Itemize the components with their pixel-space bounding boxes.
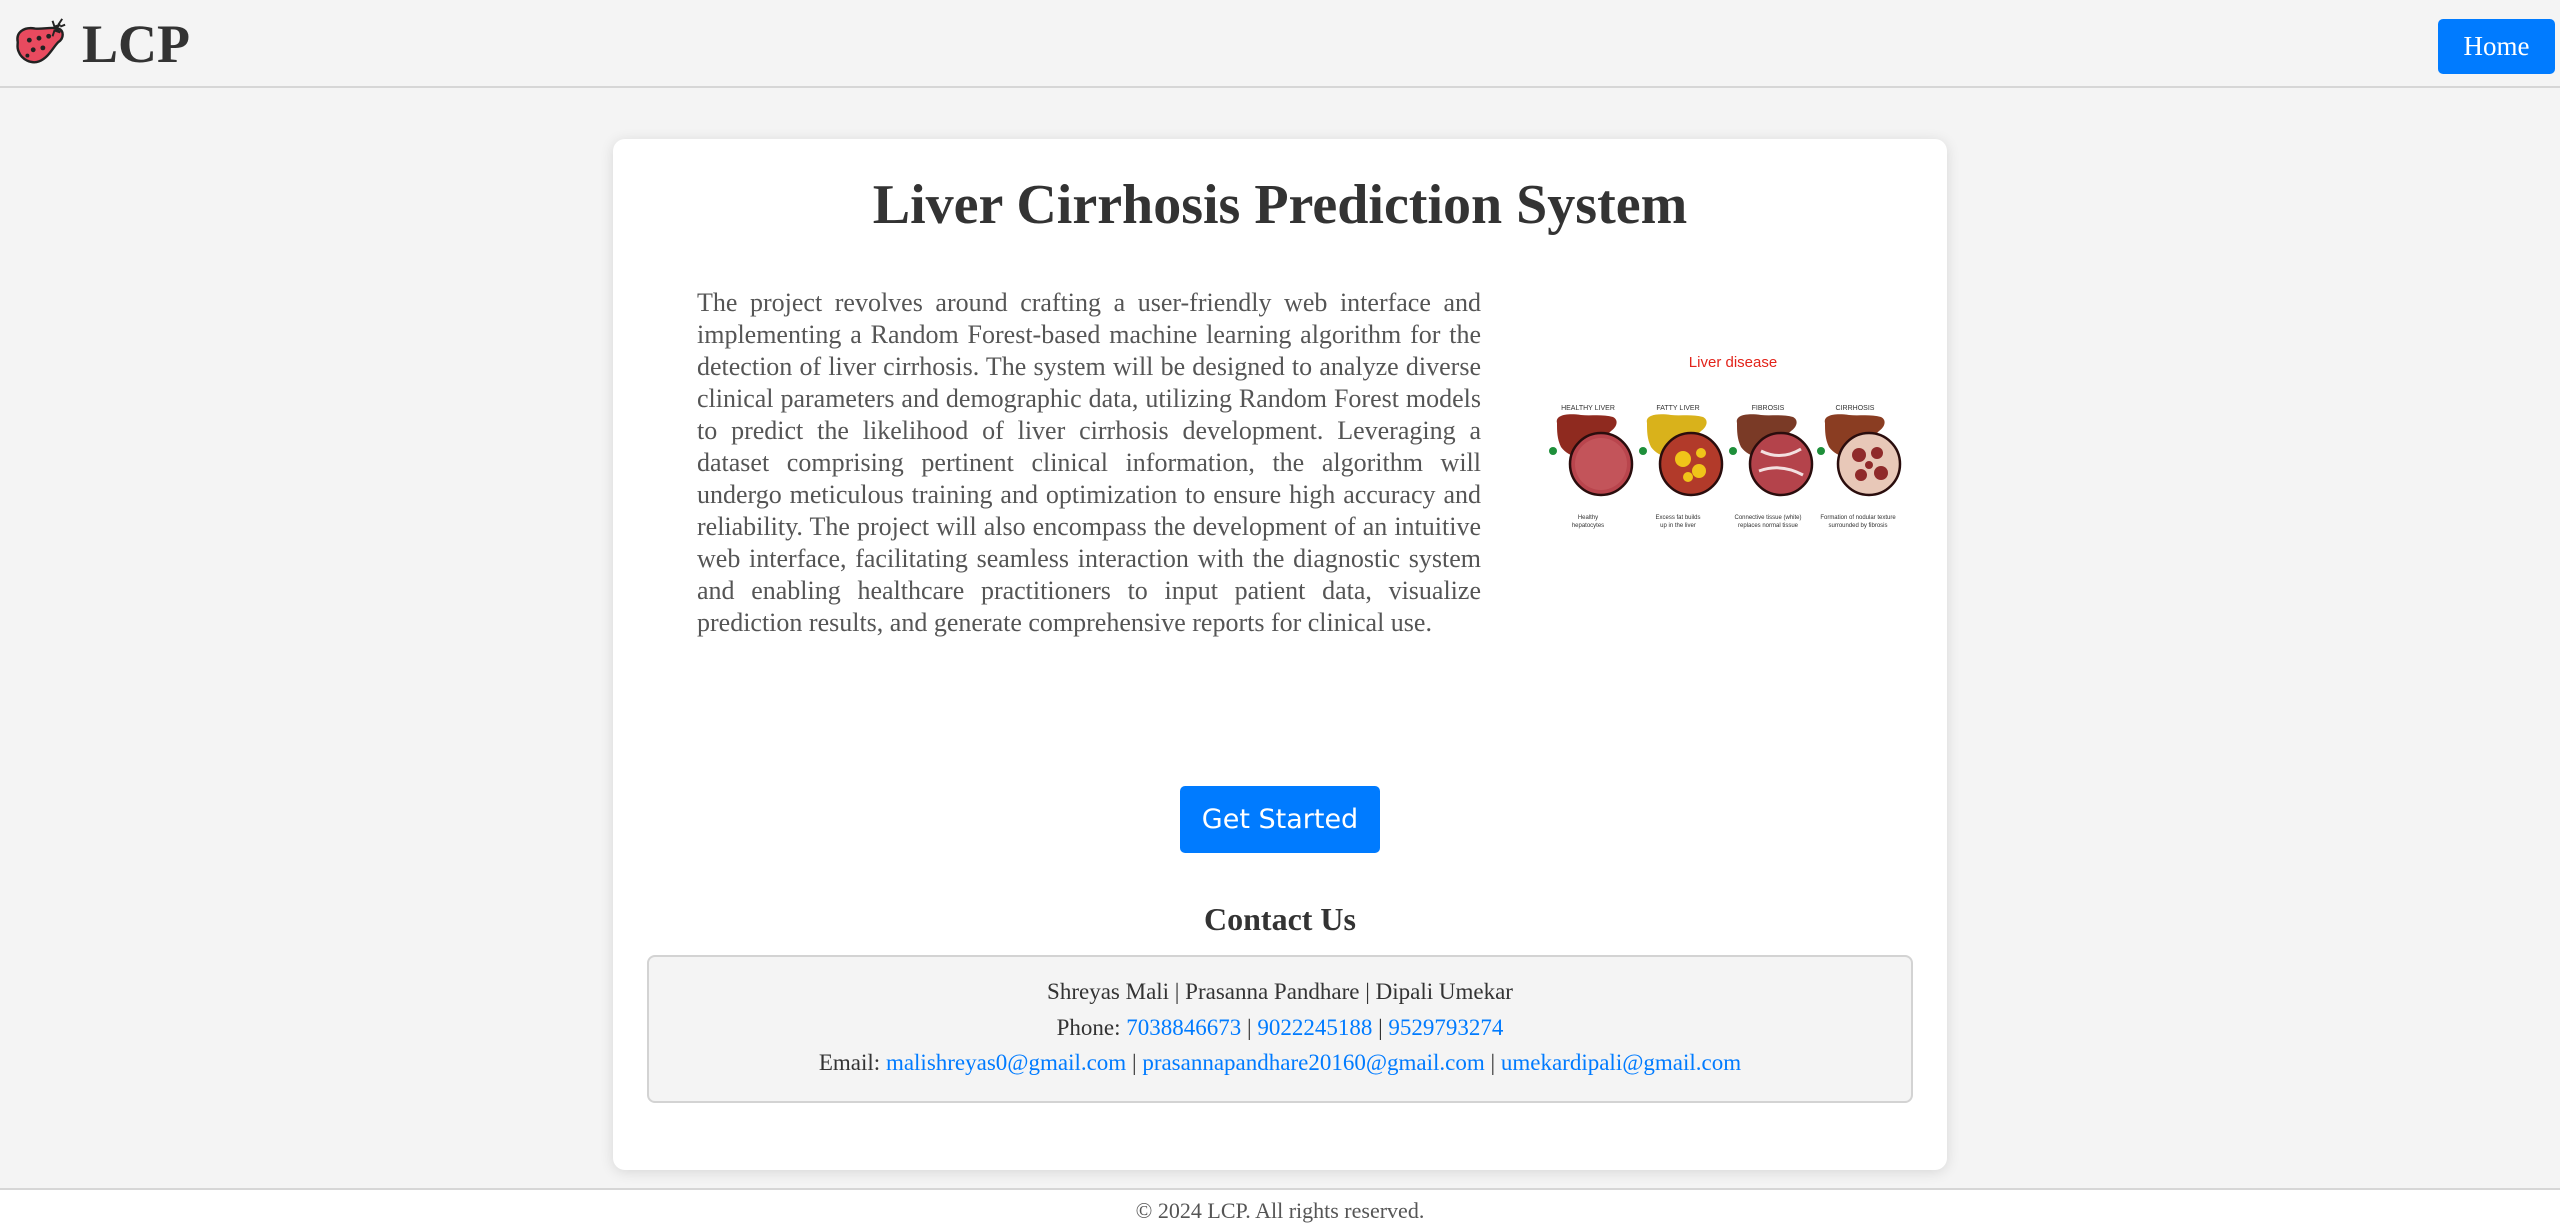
email-link[interactable]: umekardipali@gmail.com [1501, 1050, 1741, 1075]
stage-label: FATTY LIVER [1656, 405, 1699, 412]
phone-label: Phone: [1056, 1015, 1121, 1040]
healthy-liver-graphic [1549, 414, 1634, 497]
email-link[interactable]: malishreyas0@gmail.com [886, 1050, 1126, 1075]
cirrhosis-liver-graphic [1817, 414, 1902, 497]
email-link[interactable]: prasannapandhare20160@gmail.com [1142, 1050, 1484, 1075]
contact-box: Shreyas Mali | Prasanna Pandhare | Dipal… [647, 955, 1913, 1103]
fatty-liver-graphic [1639, 414, 1724, 497]
contact-phones: Phone: 7038846673 | 9022245188 | 9529793… [649, 1013, 1911, 1043]
home-button[interactable]: Home [2438, 19, 2555, 74]
stage-caption: hepatocytes [1572, 523, 1604, 529]
phone-link[interactable]: 7038846673 [1126, 1015, 1241, 1040]
separator: | [1378, 1015, 1383, 1040]
stage-caption: replaces normal tissue [1738, 523, 1799, 529]
stage-label: CIRRHOSIS [1836, 405, 1875, 412]
illustration-title: Liver disease [1689, 354, 1777, 371]
stage-label: HEALTHY LIVER [1561, 405, 1615, 412]
stage-caption: Connective tissue (white) [1734, 515, 1801, 521]
page-title: Liver Cirrhosis Prediction System [872, 174, 1688, 236]
email-label: Email: [818, 1050, 881, 1075]
liver-icon [16, 18, 66, 64]
separator: | [1490, 1050, 1496, 1075]
phone-link[interactable]: 9022245188 [1257, 1015, 1372, 1040]
stage-caption: Formation of nodular texture [1820, 515, 1896, 521]
fibrosis-liver-graphic [1729, 414, 1814, 497]
copyright-text: © 2024 LCP. All rights reserved. [1135, 1198, 1425, 1223]
project-description: The project revolves around crafting a u… [697, 288, 1481, 637]
separator: | [1246, 1015, 1252, 1040]
footer: © 2024 LCP. All rights reserved. [0, 1188, 2560, 1226]
stage-label: FIBROSIS [1752, 405, 1785, 412]
stage-caption: Excess fat builds [1655, 515, 1700, 521]
brand[interactable]: LCP [10, 14, 190, 74]
get-started-button[interactable]: Get Started [1180, 786, 1380, 853]
phone-link[interactable]: 9529793274 [1388, 1015, 1503, 1040]
stage-caption: Healthy [1578, 515, 1598, 521]
liver-disease-illustration: Liver disease HEALTHY LIVER FATTY LIVER … [1549, 354, 1902, 529]
stage-caption: surrounded by fibrosis [1828, 523, 1887, 529]
contact-title: Contact Us [1204, 901, 1356, 937]
stage-caption: up in the liver [1660, 523, 1696, 529]
contact-names: Shreyas Mali | Prasanna Pandhare | Dipal… [1047, 979, 1513, 1004]
brand-name: LCP [82, 14, 190, 74]
top-header: LCP Home [0, 0, 2560, 88]
main-card: Liver Cirrhosis Prediction System The pr… [613, 139, 1947, 1170]
separator: | [1131, 1050, 1137, 1075]
contact-emails: Email: malishreyas0@gmail.com | prasanna… [649, 1048, 1911, 1078]
